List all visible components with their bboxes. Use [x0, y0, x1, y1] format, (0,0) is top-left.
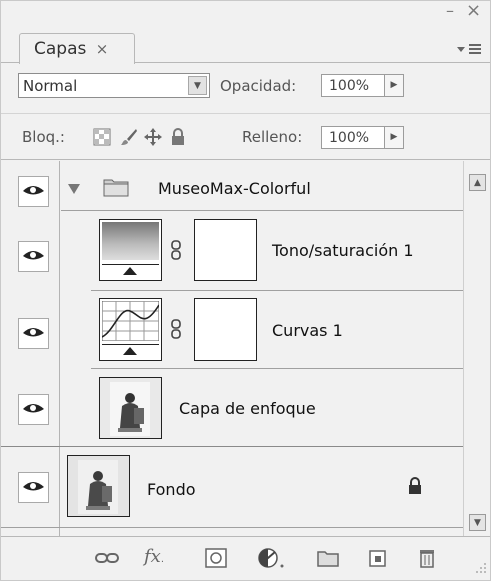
visibility-toggle[interactable]	[18, 318, 49, 349]
chevron-down-icon[interactable]: ▼	[188, 76, 207, 95]
curves-thumbnail	[99, 298, 162, 361]
photo-thumbnail	[67, 455, 130, 517]
layer-row-curves[interactable]: Curvas 1	[91, 291, 463, 368]
link-icon[interactable]	[171, 319, 181, 339]
layer-mask-thumbnail	[194, 298, 257, 361]
dropdown-dot: .	[160, 554, 165, 565]
layers-toolbar: fx.	[1, 536, 490, 580]
link-icon[interactable]	[171, 240, 181, 260]
hue-saturation-thumbnail	[99, 219, 162, 281]
visibility-toggle[interactable]	[18, 241, 49, 272]
blend-mode-select[interactable]: Normal ▼	[18, 73, 210, 98]
layer-mask-thumbnail	[194, 219, 257, 281]
fill-slider-arrow-icon[interactable]: ▶	[384, 126, 404, 149]
tab-close-icon[interactable]: ×	[96, 40, 109, 58]
opacity-field[interactable]: 100%	[321, 74, 385, 97]
panel-menu-button[interactable]	[453, 41, 487, 61]
new-layer-button[interactable]	[365, 546, 391, 570]
eye-icon	[23, 482, 44, 491]
mask-icon	[205, 548, 227, 568]
layer-row-hue-saturation[interactable]: Tono/saturación 1	[91, 211, 463, 290]
lock-position-move-icon[interactable]	[144, 128, 162, 146]
link-layers-icon	[95, 553, 119, 563]
eye-icon	[23, 328, 44, 337]
lock-label: Bloq.:	[22, 128, 65, 146]
photo-thumbnail	[99, 377, 162, 439]
tab-label: Capas	[34, 39, 87, 59]
lock-row: Bloq.: Relleno: 100% ▶	[1, 113, 490, 160]
folder-icon	[317, 551, 339, 567]
visibility-toggle[interactable]	[18, 176, 49, 207]
layers-list: MuseoMax-Colorful Tono/saturación 1 Curv…	[1, 161, 463, 536]
add-layer-style-button[interactable]: fx.	[144, 546, 178, 570]
layer-name: Capa de enfoque	[179, 399, 316, 418]
minimize-button[interactable]: –	[446, 3, 454, 19]
eye-icon	[23, 186, 44, 195]
add-mask-button[interactable]	[203, 546, 229, 570]
link-layers-button[interactable]	[94, 546, 120, 570]
layer-row-capa-de-enfoque[interactable]: Capa de enfoque	[91, 369, 463, 446]
folder-icon	[103, 179, 129, 197]
fill-field[interactable]: 100%	[321, 126, 385, 149]
layers-panel: – × Capas × Normal ▼ Opacidad: 100% ▶ Bl…	[0, 0, 491, 581]
opacity-label: Opacidad:	[220, 77, 297, 95]
adjustment-layer-icon	[258, 548, 284, 568]
new-layer-icon	[369, 550, 386, 567]
lock-all-icon[interactable]	[169, 128, 187, 146]
lock-icon	[409, 477, 421, 494]
delete-layer-button[interactable]	[414, 546, 440, 570]
tab-bar: Capas ×	[1, 23, 490, 64]
layers-scrollbar[interactable]: ▲ ▼	[463, 161, 490, 536]
expand-triangle-icon[interactable]	[68, 184, 80, 194]
visibility-toggle[interactable]	[18, 472, 49, 503]
fx-icon: fx	[144, 546, 161, 567]
layer-name: Fondo	[147, 480, 196, 499]
layer-name: Curvas 1	[272, 321, 343, 340]
eye-icon	[23, 251, 44, 260]
eye-icon	[23, 404, 44, 413]
scroll-up-icon[interactable]: ▲	[469, 174, 486, 191]
visibility-toggle[interactable]	[18, 394, 49, 425]
row-divider	[1, 527, 463, 528]
opacity-slider-arrow-icon[interactable]: ▶	[384, 74, 404, 97]
panel-menu-icon	[457, 44, 481, 54]
new-adjustment-layer-button[interactable]	[256, 546, 290, 570]
layer-name: Tono/saturación 1	[272, 241, 414, 260]
fill-label: Relleno:	[242, 128, 303, 146]
layer-row-fondo[interactable]: Fondo	[61, 447, 463, 527]
close-panel-button[interactable]: ×	[466, 2, 481, 20]
lock-pixels-brush-icon[interactable]	[120, 128, 138, 146]
blend-row: Normal ▼ Opacidad: 100% ▶	[1, 63, 490, 107]
blend-mode-value: Normal	[23, 77, 78, 95]
tab-capas[interactable]: Capas ×	[19, 33, 135, 64]
lock-transparency-icon[interactable]	[93, 128, 111, 146]
new-group-button[interactable]	[315, 546, 341, 570]
resize-grip-icon[interactable]	[473, 562, 487, 576]
layer-row-group[interactable]: MuseoMax-Colorful	[61, 161, 463, 210]
layer-name: MuseoMax-Colorful	[158, 179, 311, 198]
scroll-down-icon[interactable]: ▼	[469, 514, 486, 531]
trash-icon	[420, 550, 434, 568]
